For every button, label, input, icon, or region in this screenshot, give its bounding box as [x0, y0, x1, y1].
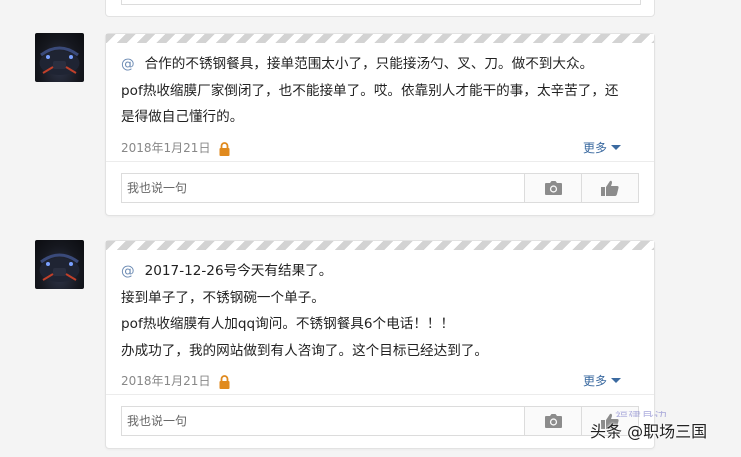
chevron-down-icon: [611, 144, 621, 150]
comment-date: 2018年1月21日: [121, 374, 211, 388]
avatar[interactable]: [35, 240, 84, 289]
comment-card: @2017-12-26号今天有结果了。 接到单子了，不锈钢碗一个单子。 pof热…: [105, 240, 655, 449]
watermark-sub: 福建身边: [615, 411, 720, 417]
divider: [106, 160, 654, 162]
camera-icon: [544, 414, 562, 428]
reply-input[interactable]: [122, 407, 524, 435]
camera-button[interactable]: [524, 173, 581, 202]
thumbs-up-icon: [601, 180, 619, 196]
card-stripe: [106, 241, 654, 250]
chevron-down-icon: [611, 378, 621, 383]
comment-line: @2017-12-26号今天有结果了。: [121, 263, 333, 279]
reply-box: [121, 172, 639, 203]
previous-reply-box[interactable]: [121, 0, 641, 5]
comment-card: @ 合作的不锈钢餐具，接单范围太小了，只能接汤勺、叉、刀。做不到大众。 pof热收…: [105, 33, 655, 216]
more-button[interactable]: 更多: [583, 139, 621, 156]
previous-comment-card: [105, 0, 655, 17]
card-stripe: [106, 34, 654, 43]
comment-line: 办成功了，我的网站做到有人咨询了。这个目标已经达到了。: [121, 342, 489, 359]
comment-line: pof热收缩膜厂家倒闭了，也不能接单了。哎。依靠别人才能干的事，太辛苦了，还: [121, 82, 619, 99]
divider: [106, 394, 654, 395]
avatar[interactable]: [35, 33, 84, 82]
more-button[interactable]: 更多: [583, 372, 621, 389]
comment-meta: 2018年1月21日 更多: [121, 372, 639, 394]
comment-line: 是得做自己懂行的。: [121, 109, 244, 125]
camera-button[interactable]: [524, 407, 581, 435]
lock-icon: [219, 141, 230, 156]
reply-input[interactable]: [122, 173, 524, 202]
mention-link[interactable]: @: [121, 56, 135, 72]
comment-line: pof热收缩膜有人加qq询问。不锈钢餐具6个电话！！！: [121, 316, 455, 332]
lock-icon: [219, 375, 230, 389]
comment-feed: @ 合作的不锈钢餐具，接单范围太小了，只能接汤勺、叉、刀。做不到大众。 pof热收…: [0, 0, 741, 457]
reply-box: [121, 406, 639, 436]
camera-icon: [544, 180, 562, 195]
comment-meta: 2018年1月21日 更多: [121, 139, 639, 161]
like-button[interactable]: [581, 173, 638, 202]
comment-line: @ 合作的不锈钢餐具，接单范围太小了，只能接汤勺、叉、刀。做不到大众。: [121, 56, 594, 72]
comment-line: 接到单子了，不锈钢碗一个单子。: [121, 289, 325, 306]
mention-link[interactable]: @: [121, 263, 135, 279]
watermark: 头条 @职场三国: [590, 422, 708, 441]
comment-date: 2018年1月21日: [121, 140, 211, 155]
